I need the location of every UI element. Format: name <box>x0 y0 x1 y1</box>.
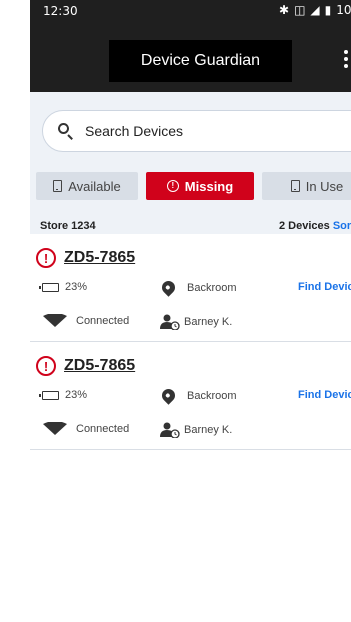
tab-in-use-label: In Use <box>305 178 344 194</box>
store-row: Store 1234 2 Devices Sort <box>30 220 351 234</box>
device-name-link[interactable]: ZD5-7865 <box>64 357 135 375</box>
device-card[interactable]: ! ZD5-7865 23% Backroom Find Device Conn… <box>30 342 351 450</box>
device-user-value: Barney K. <box>184 316 233 328</box>
tab-missing[interactable]: ! Missing <box>146 172 254 200</box>
tab-available-label: Available <box>68 178 121 194</box>
status-time: 12:30 <box>43 4 78 18</box>
device-location-value: Backroom <box>187 281 237 294</box>
tab-missing-label: Missing <box>184 178 234 194</box>
sort-link[interactable]: Sort <box>333 220 351 232</box>
battery-icon: ▮ <box>324 3 332 17</box>
alert-icon: ! <box>166 180 179 192</box>
bluetooth-icon: ✱ <box>279 3 290 17</box>
battery-level-text: 100 <box>336 3 351 17</box>
phone-screen: 12:30 ✱ ◫ ◢ ▮ 100 Device Guardian Search… <box>30 0 351 622</box>
device-user: Barney K. <box>160 422 232 438</box>
device-card[interactable]: ! ZD5-7865 23% Backroom Find Device Conn… <box>30 234 351 342</box>
signal-icon: ◢ <box>310 3 320 17</box>
device-location: Backroom <box>159 386 237 405</box>
vibrate-icon: ◫ <box>294 3 306 17</box>
find-device-link[interactable]: Find Device <box>298 281 351 293</box>
device-location-value: Backroom <box>187 389 237 402</box>
location-pin-icon <box>159 278 178 297</box>
app-bar: Device Guardian <box>30 24 351 92</box>
device-battery-value: 23% <box>65 389 88 401</box>
wifi-icon <box>43 314 67 327</box>
device-name-link[interactable]: ZD5-7865 <box>64 249 135 267</box>
device-connection-value: Connected <box>76 314 130 327</box>
tab-available[interactable]: Available <box>36 172 138 200</box>
tab-in-use[interactable]: In Use <box>262 172 351 200</box>
more-options-icon[interactable] <box>341 47 351 71</box>
user-clock-icon <box>160 314 180 330</box>
search-placeholder: Search Devices <box>85 123 184 139</box>
device-title: ! ZD5-7865 <box>36 248 135 268</box>
search-icon <box>57 122 75 140</box>
left-gutter <box>0 0 30 622</box>
search-input[interactable]: Search Devices <box>42 110 351 152</box>
device-count-text: 2 Devices <box>279 220 330 232</box>
device-count: 2 Devices Sort <box>279 220 351 232</box>
find-device-link[interactable]: Find Device <box>298 389 351 401</box>
app-title: Device Guardian <box>109 40 292 82</box>
device-battery: 23% <box>39 389 88 401</box>
missing-alert-icon: ! <box>36 248 56 268</box>
missing-alert-icon: ! <box>36 356 56 376</box>
battery-outline-icon <box>39 390 59 400</box>
device-connection: Connected <box>42 314 129 327</box>
device-user-value: Barney K. <box>184 424 233 436</box>
device-battery: 23% <box>39 281 88 293</box>
device-connection: Connected <box>42 422 129 435</box>
device-icon <box>53 180 63 192</box>
user-clock-icon <box>160 422 180 438</box>
status-bar: 12:30 ✱ ◫ ◢ ▮ 100 <box>30 0 351 24</box>
device-battery-value: 23% <box>65 281 88 293</box>
device-in-use-icon <box>290 180 300 192</box>
wifi-icon <box>43 422 67 435</box>
status-tabs: Available ! Missing In Use <box>30 172 351 200</box>
device-location: Backroom <box>159 278 237 297</box>
device-title: ! ZD5-7865 <box>36 356 135 376</box>
battery-outline-icon <box>39 282 59 292</box>
status-icons: ✱ ◫ ◢ ▮ 100 <box>279 3 351 17</box>
device-user: Barney K. <box>160 314 232 330</box>
store-name: Store 1234 <box>40 220 96 232</box>
location-pin-icon <box>159 386 178 405</box>
device-connection-value: Connected <box>76 422 130 435</box>
